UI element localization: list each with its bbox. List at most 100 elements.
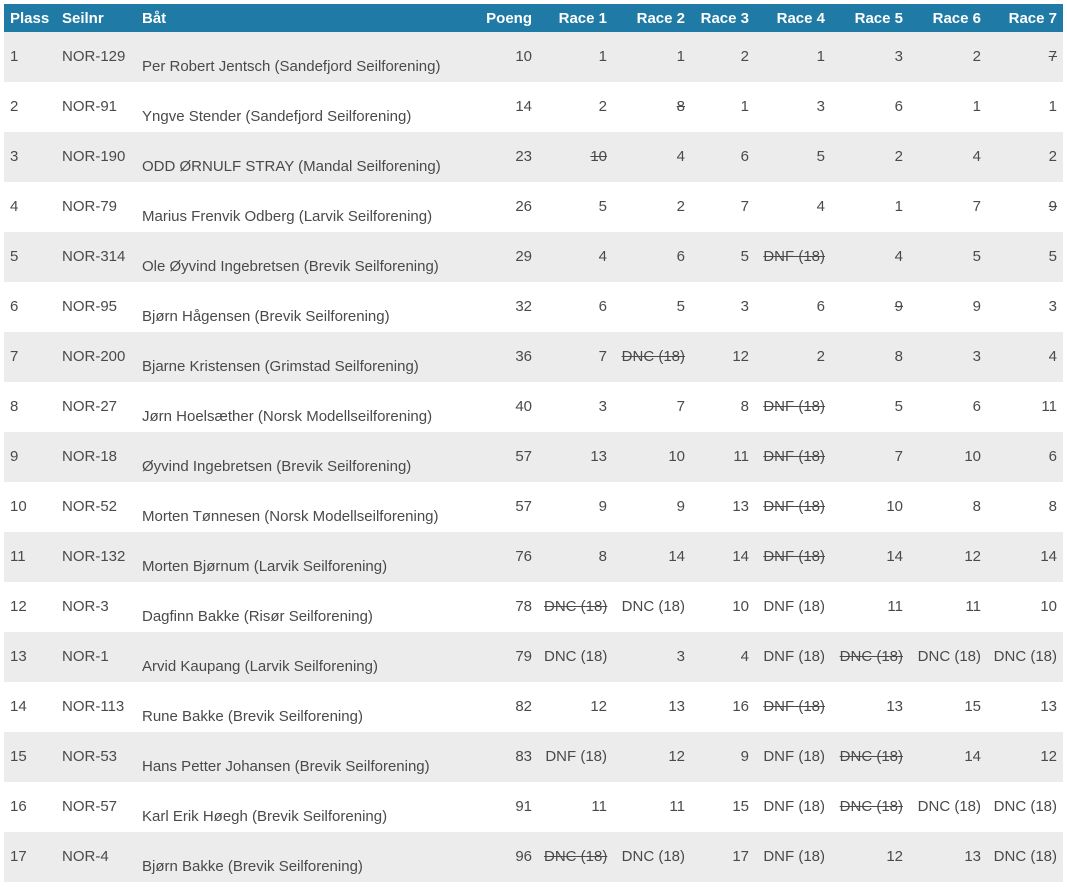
cell-seilnr: NOR-52 <box>56 482 136 532</box>
cell-race-4: DNF (18) <box>755 832 831 882</box>
race-score: DNF (18) <box>763 598 825 615</box>
cell-race-1: DNF (18) <box>538 732 613 782</box>
race-score: 8 <box>1048 498 1057 515</box>
race-score: 7 <box>598 348 607 365</box>
race-score: 12 <box>732 348 749 365</box>
cell-seilnr: NOR-57 <box>56 782 136 832</box>
cell-bat: Morten Tønnesen (Norsk Modellseilforenin… <box>136 482 474 532</box>
race-score: 14 <box>1040 548 1057 565</box>
race-score: 3 <box>1048 298 1057 315</box>
cell-plass: 1 <box>4 32 56 82</box>
cell-poeng: 23 <box>474 132 538 182</box>
cell-race-5: 4 <box>831 232 909 282</box>
race-score: 14 <box>964 748 981 765</box>
cell-plass: 8 <box>4 382 56 432</box>
race-score: 3 <box>740 298 749 315</box>
cell-plass: 12 <box>4 582 56 632</box>
cell-poeng: 36 <box>474 332 538 382</box>
race-score: 9 <box>972 298 981 315</box>
cell-poeng: 96 <box>474 832 538 882</box>
race-score: 5 <box>894 398 903 415</box>
race-score: DNC (18) <box>544 648 608 665</box>
table-row: 1 NOR-129 Per Robert Jentsch (Sandefjord S… <box>4 32 1063 82</box>
cell-race-3: 5 <box>691 232 755 282</box>
race-score: 10 <box>668 448 685 465</box>
cell-race-6: 13 <box>909 832 987 882</box>
cell-seilnr: NOR-1 <box>56 632 136 682</box>
race-score: 1 <box>894 198 903 215</box>
cell-race-1: 13 <box>538 432 613 482</box>
cell-poeng: 82 <box>474 682 538 732</box>
race-score: 4 <box>816 198 825 215</box>
race-score: 6 <box>894 98 903 115</box>
cell-race-6: DNC (18) <box>909 632 987 682</box>
discarded-score: DNF (18) <box>763 548 825 565</box>
race-score: DNC (18) <box>621 598 685 615</box>
race-score: 3 <box>894 48 903 65</box>
race-score: 8 <box>894 348 903 365</box>
cell-seilnr: NOR-79 <box>56 182 136 232</box>
cell-race-6: 6 <box>909 382 987 432</box>
cell-race-1: DNC (18) <box>538 582 613 632</box>
cell-race-5: 5 <box>831 382 909 432</box>
cell-race-3: 6 <box>691 132 755 182</box>
cell-race-7: 4 <box>987 332 1063 382</box>
cell-race-6: 3 <box>909 332 987 382</box>
cell-race-4: 4 <box>755 182 831 232</box>
cell-race-2: 11 <box>613 782 691 832</box>
race-score: 3 <box>598 398 607 415</box>
discarded-score: DNF (18) <box>763 248 825 265</box>
race-score: 3 <box>972 348 981 365</box>
race-score: 2 <box>972 48 981 65</box>
cell-race-7: 7 <box>987 32 1063 82</box>
discarded-score: DNF (18) <box>763 498 825 515</box>
cell-race-7: 1 <box>987 82 1063 132</box>
race-score: 15 <box>964 698 981 715</box>
header-seilnr: Seilnr <box>56 4 136 32</box>
race-score: 13 <box>1040 698 1057 715</box>
cell-race-3: 2 <box>691 32 755 82</box>
cell-bat: Rune Bakke (Brevik Seilforening) <box>136 682 474 732</box>
cell-seilnr: NOR-27 <box>56 382 136 432</box>
race-score: 9 <box>740 748 749 765</box>
cell-plass: 7 <box>4 332 56 382</box>
table-row: 10 NOR-52 Morten Tønnesen (Norsk Modellsei… <box>4 482 1063 532</box>
race-score: 13 <box>886 698 903 715</box>
race-score: 16 <box>732 698 749 715</box>
cell-poeng: 26 <box>474 182 538 232</box>
cell-race-3: 4 <box>691 632 755 682</box>
cell-race-2: 1 <box>613 32 691 82</box>
cell-plass: 5 <box>4 232 56 282</box>
cell-race-1: 6 <box>538 282 613 332</box>
cell-plass: 14 <box>4 682 56 732</box>
cell-race-2: 12 <box>613 732 691 782</box>
cell-race-7: 8 <box>987 482 1063 532</box>
cell-race-1: 1 <box>538 32 613 82</box>
cell-race-2: 13 <box>613 682 691 732</box>
results-body: 1 NOR-129 Per Robert Jentsch (Sandefjord S… <box>4 32 1063 882</box>
cell-race-5: 14 <box>831 532 909 582</box>
cell-seilnr: NOR-113 <box>56 682 136 732</box>
cell-race-5: DNC (18) <box>831 732 909 782</box>
cell-race-7: 6 <box>987 432 1063 482</box>
cell-race-5: 8 <box>831 332 909 382</box>
race-score: 1 <box>1048 98 1057 115</box>
cell-race-4: 3 <box>755 82 831 132</box>
cell-poeng: 79 <box>474 632 538 682</box>
cell-poeng: 57 <box>474 432 538 482</box>
race-score: DNF (18) <box>763 798 825 815</box>
race-score: DNC (18) <box>621 848 685 865</box>
cell-race-7: 3 <box>987 282 1063 332</box>
race-score: 4 <box>598 248 607 265</box>
cell-race-1: 7 <box>538 332 613 382</box>
cell-race-4: DNF (18) <box>755 632 831 682</box>
header-race-6: Race 6 <box>909 4 987 32</box>
cell-race-3: 11 <box>691 432 755 482</box>
cell-race-2: 8 <box>613 82 691 132</box>
race-score: 2 <box>598 98 607 115</box>
race-score: 11 <box>591 798 607 815</box>
cell-race-2: 7 <box>613 382 691 432</box>
cell-bat: Karl Erik Høegh (Brevik Seilforening) <box>136 782 474 832</box>
cell-race-3: 3 <box>691 282 755 332</box>
cell-race-1: DNC (18) <box>538 832 613 882</box>
